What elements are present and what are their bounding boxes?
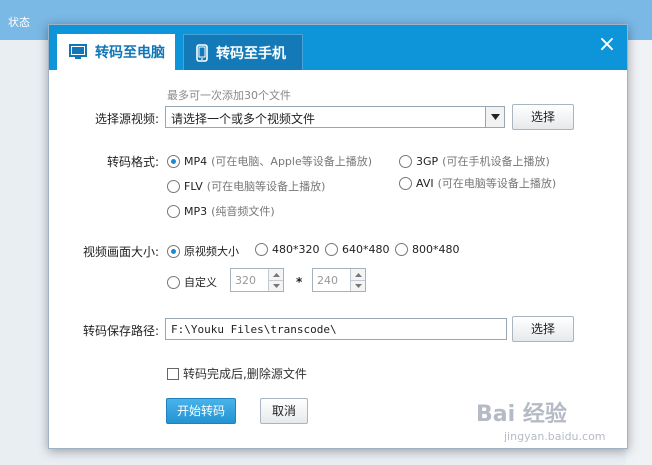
- size-separator: *: [296, 275, 303, 289]
- watermark: Bai 经验 jingyan.baidu.com: [476, 396, 636, 456]
- stepper-buttons: [350, 269, 365, 291]
- option-name: 480*320: [272, 243, 320, 256]
- choose-source-button[interactable]: 选择: [512, 104, 574, 130]
- format-option-mp3[interactable]: MP3 (纯音频文件): [167, 203, 275, 219]
- source-hint: 最多可一次添加30个文件: [167, 89, 291, 102]
- size-option-original[interactable]: 原视频大小: [167, 243, 239, 259]
- custom-width-stepper[interactable]: 320: [230, 268, 284, 292]
- save-path-input[interactable]: F:\Youku Files\transcode\: [165, 318, 507, 340]
- choose-path-button[interactable]: 选择: [512, 316, 574, 342]
- option-desc: (纯音频文件): [211, 205, 275, 218]
- radio-button[interactable]: [395, 243, 408, 256]
- transcode-dialog: 转码至电脑 转码至手机 × 最多可一次添加30个文件 选择源视频: 请选择一个或…: [48, 24, 628, 449]
- radio-button[interactable]: [167, 275, 180, 289]
- watermark-url: jingyan.baidu.com: [504, 430, 606, 443]
- radio-button[interactable]: [167, 154, 180, 168]
- tab-transcode-to-phone[interactable]: 转码至手机: [183, 34, 303, 70]
- size-option-custom[interactable]: 自定义: [167, 274, 217, 290]
- size-option-640x480[interactable]: 640*480: [325, 243, 390, 256]
- custom-height-value: 240: [317, 274, 338, 287]
- watermark-logo: Bai 经验: [476, 402, 567, 427]
- radio-button[interactable]: [255, 243, 268, 256]
- arrow-down-icon[interactable]: [269, 280, 283, 291]
- cancel-button[interactable]: 取消: [260, 398, 308, 424]
- option-name: FLV: [184, 179, 203, 193]
- tab-label: 转码至电脑: [95, 45, 165, 61]
- radio-button[interactable]: [399, 154, 412, 168]
- tab-transcode-to-pc[interactable]: 转码至电脑: [57, 34, 175, 70]
- format-label: 转码格式:: [107, 155, 160, 169]
- option-name: 原视频大小: [184, 245, 239, 258]
- chevron-down-icon[interactable]: [485, 107, 504, 127]
- format-option-flv[interactable]: FLV (可在电脑等设备上播放): [167, 178, 325, 194]
- delete-source-checkbox[interactable]: 转码完成后,删除源文件: [167, 365, 307, 382]
- option-name: MP4: [184, 154, 208, 168]
- option-name: 640*480: [342, 243, 390, 256]
- source-video-dropdown[interactable]: 请选择一个或多个视频文件: [165, 106, 505, 128]
- stepper-buttons: [268, 269, 283, 291]
- radio-button[interactable]: [167, 204, 180, 218]
- phone-icon: [196, 43, 208, 62]
- option-name: 800*480: [412, 243, 460, 256]
- option-desc: (可在电脑等设备上播放): [437, 177, 557, 190]
- source-video-label: 选择源视频:: [95, 112, 160, 126]
- option-desc: (可在手机设备上播放): [442, 155, 550, 168]
- option-name: AVI: [416, 176, 434, 190]
- option-desc: (可在电脑等设备上播放): [206, 180, 326, 193]
- background-status-label: 状态: [8, 16, 30, 29]
- option-desc: (可在电脑、Apple等设备上播放): [211, 155, 373, 168]
- source-video-value: 请选择一个或多个视频文件: [171, 112, 316, 126]
- arrow-down-icon[interactable]: [351, 280, 365, 291]
- tab-label: 转码至手机: [216, 45, 286, 62]
- monitor-icon: [69, 44, 87, 59]
- radio-button[interactable]: [167, 179, 180, 193]
- size-option-480x320[interactable]: 480*320: [255, 243, 320, 256]
- option-name: MP3: [184, 204, 208, 218]
- checkbox-box[interactable]: [167, 367, 179, 380]
- close-icon[interactable]: ×: [595, 33, 619, 57]
- size-option-800x480[interactable]: 800*480: [395, 243, 460, 256]
- option-name: 3GP: [416, 154, 439, 168]
- custom-height-stepper[interactable]: 240: [312, 268, 366, 292]
- delete-source-label: 转码完成后,删除源文件: [183, 367, 307, 381]
- format-option-mp4[interactable]: MP4 (可在电脑、Apple等设备上播放): [167, 153, 372, 169]
- option-name: 自定义: [184, 276, 217, 289]
- custom-width-value: 320: [235, 274, 256, 287]
- format-option-3gp[interactable]: 3GP (可在手机设备上播放): [399, 153, 550, 169]
- dialog-titlebar: 转码至电脑 转码至手机 ×: [49, 25, 627, 70]
- save-path-value: F:\Youku Files\transcode\: [171, 323, 337, 336]
- radio-button[interactable]: [325, 243, 338, 256]
- radio-button[interactable]: [399, 176, 412, 190]
- save-path-label: 转码保存路径:: [83, 324, 160, 338]
- video-size-label: 视频画面大小:: [83, 245, 160, 259]
- format-option-avi[interactable]: AVI (可在电脑等设备上播放): [399, 175, 556, 191]
- start-transcode-button[interactable]: 开始转码: [166, 398, 236, 424]
- radio-button[interactable]: [167, 244, 180, 258]
